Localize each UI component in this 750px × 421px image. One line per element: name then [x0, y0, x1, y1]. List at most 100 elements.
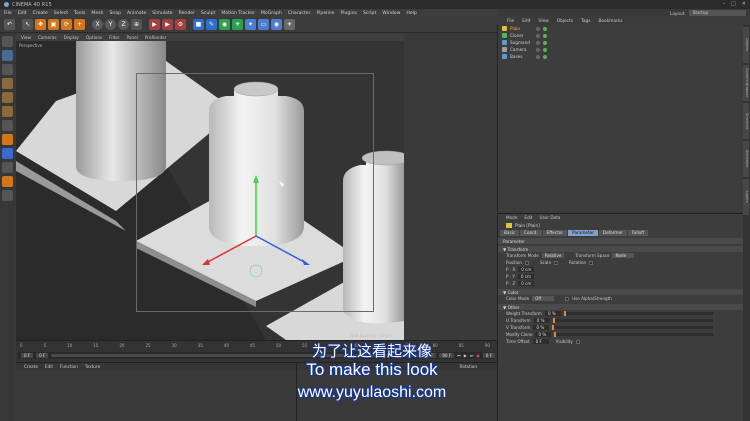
- menu-item[interactable]: Animate: [127, 11, 146, 16]
- maximize-icon[interactable]: □: [731, 1, 736, 7]
- tab-falloff[interactable]: Falloff: [627, 229, 649, 236]
- axis-mode-icon[interactable]: [2, 120, 13, 131]
- material-menu-item[interactable]: Texture: [85, 364, 100, 369]
- object-row[interactable]: Cloner: [498, 32, 743, 39]
- viewport-menu-item[interactable]: Cameras: [38, 35, 57, 40]
- menu-item[interactable]: Sculpt: [201, 11, 215, 16]
- tab-basic[interactable]: Basic: [500, 229, 520, 236]
- viewport-menu-item[interactable]: ProRender: [145, 35, 167, 40]
- light-icon[interactable]: ☀: [284, 19, 295, 30]
- param-slider[interactable]: [552, 318, 713, 323]
- param-value-field[interactable]: 0 %: [533, 318, 550, 323]
- param-slider[interactable]: [552, 325, 713, 330]
- material-menu-item[interactable]: Function: [60, 364, 78, 369]
- right-tab[interactable]: Objects: [743, 27, 749, 63]
- param-slider[interactable]: [554, 332, 713, 337]
- viewport-menu-item[interactable]: Options: [86, 35, 102, 40]
- polygons-mode-icon[interactable]: [2, 106, 13, 117]
- viewport-menu-item[interactable]: Display: [64, 35, 79, 40]
- menu-item[interactable]: Render: [179, 11, 195, 16]
- recent-tools-icon[interactable]: +: [74, 19, 85, 30]
- start-frame-field[interactable]: 0 F: [21, 353, 34, 358]
- right-tab[interactable]: Content Browser: [743, 65, 749, 101]
- editor-visibility-icon[interactable]: [536, 54, 540, 59]
- object-name[interactable]: Sugmand: [510, 40, 538, 45]
- tab-parameter[interactable]: Parameter: [568, 229, 598, 236]
- scale-checkbox[interactable]: [553, 260, 558, 265]
- tab-deformer[interactable]: Deformer: [598, 229, 627, 236]
- texture-mode-icon[interactable]: [2, 64, 13, 75]
- tweak-mode-icon[interactable]: [2, 134, 13, 145]
- editor-visibility-icon[interactable]: [536, 26, 540, 31]
- object-manager-menu-item[interactable]: File: [507, 19, 514, 24]
- minimize-icon[interactable]: –: [723, 1, 726, 7]
- coordinate-system-icon[interactable]: ⊕: [131, 19, 142, 30]
- menu-item[interactable]: Pipeline: [316, 11, 334, 16]
- menu-item[interactable]: Simulate: [152, 11, 172, 16]
- time-offset-field[interactable]: 0 F: [532, 339, 549, 344]
- menu-item[interactable]: Snap: [109, 11, 121, 16]
- render-picture-viewer-icon[interactable]: ▶: [162, 19, 173, 30]
- camera-icon[interactable]: ◉: [271, 19, 282, 30]
- rotation-checkbox[interactable]: [589, 260, 594, 265]
- object-row[interactable]: Plain: [498, 25, 743, 32]
- menu-item[interactable]: Help: [406, 11, 416, 16]
- object-manager-menu-item[interactable]: Objects: [557, 19, 573, 24]
- edges-mode-icon[interactable]: [2, 92, 13, 103]
- cube-icon[interactable]: ■: [193, 19, 204, 30]
- menu-item[interactable]: Plugins: [340, 11, 356, 16]
- scale-tool-icon[interactable]: ▣: [48, 19, 59, 30]
- visibility-checkbox[interactable]: [575, 339, 580, 344]
- menu-item[interactable]: Script: [363, 11, 376, 16]
- axis-x-button[interactable]: X: [92, 19, 103, 30]
- enable-check-icon[interactable]: [543, 26, 547, 31]
- deformer-icon[interactable]: ✦: [245, 19, 256, 30]
- enable-check-icon[interactable]: [543, 54, 547, 59]
- make-editable-icon[interactable]: [2, 36, 13, 47]
- axis-z-button[interactable]: Z: [118, 19, 129, 30]
- use-alpha-checkbox[interactable]: [565, 296, 570, 301]
- menu-item[interactable]: Select: [54, 11, 68, 16]
- transform-space-dropdown[interactable]: Node: [612, 253, 635, 258]
- attribute-menu-item[interactable]: Mode: [506, 215, 517, 220]
- right-tab[interactable]: Attributes: [743, 141, 749, 177]
- param-value-field[interactable]: 0 %: [535, 332, 552, 337]
- editor-visibility-icon[interactable]: [536, 33, 540, 38]
- param-slider[interactable]: [563, 311, 713, 316]
- menu-item[interactable]: Tools: [74, 11, 85, 16]
- menu-item[interactable]: Window: [382, 11, 400, 16]
- viewport-menu-item[interactable]: View: [21, 35, 31, 40]
- render-settings-icon[interactable]: ⚙: [175, 19, 186, 30]
- menu-item[interactable]: Edit: [18, 11, 27, 16]
- object-manager-menu-item[interactable]: Tags: [581, 19, 591, 24]
- menu-item[interactable]: MoGraph: [261, 11, 282, 16]
- enable-check-icon[interactable]: [543, 33, 547, 38]
- position-checkbox[interactable]: [524, 260, 529, 265]
- model-mode-icon[interactable]: [2, 50, 13, 61]
- object-row[interactable]: Camera: [498, 46, 743, 53]
- layout-dropdown[interactable]: Startup: [688, 10, 746, 16]
- color-mode-dropdown[interactable]: Off: [532, 296, 555, 301]
- live-selection-icon[interactable]: ↖: [22, 19, 33, 30]
- render-view-icon[interactable]: ▶: [149, 19, 160, 30]
- object-manager-menu-item[interactable]: Bookmarks: [598, 19, 622, 24]
- right-tab[interactable]: Structure: [743, 103, 749, 139]
- rotate-tool-icon[interactable]: ⟳: [61, 19, 72, 30]
- pen-spline-icon[interactable]: ✎: [206, 19, 217, 30]
- 3d-viewport[interactable]: Perspective Grid Spacing : 10 cm: [16, 41, 404, 340]
- param-value-field[interactable]: 0 %: [544, 311, 561, 316]
- enable-check-icon[interactable]: [543, 40, 547, 45]
- pz-field[interactable]: 0 cm: [518, 281, 535, 286]
- tab-coord[interactable]: Coord.: [520, 229, 542, 236]
- close-icon[interactable]: ✕: [742, 1, 746, 7]
- workplane-icon[interactable]: [2, 162, 13, 173]
- array-icon[interactable]: ✳: [232, 19, 243, 30]
- transform-mode-dropdown[interactable]: Relative: [541, 253, 565, 258]
- px-field[interactable]: 0 cm: [518, 267, 535, 272]
- viewport-menu-item[interactable]: Panel: [127, 35, 138, 40]
- attribute-menu-item[interactable]: User Data: [540, 215, 561, 220]
- points-mode-icon[interactable]: [2, 78, 13, 89]
- object-name[interactable]: Bases: [510, 54, 538, 59]
- axis-y-button[interactable]: Y: [105, 19, 116, 30]
- menu-item[interactable]: Character: [288, 11, 311, 16]
